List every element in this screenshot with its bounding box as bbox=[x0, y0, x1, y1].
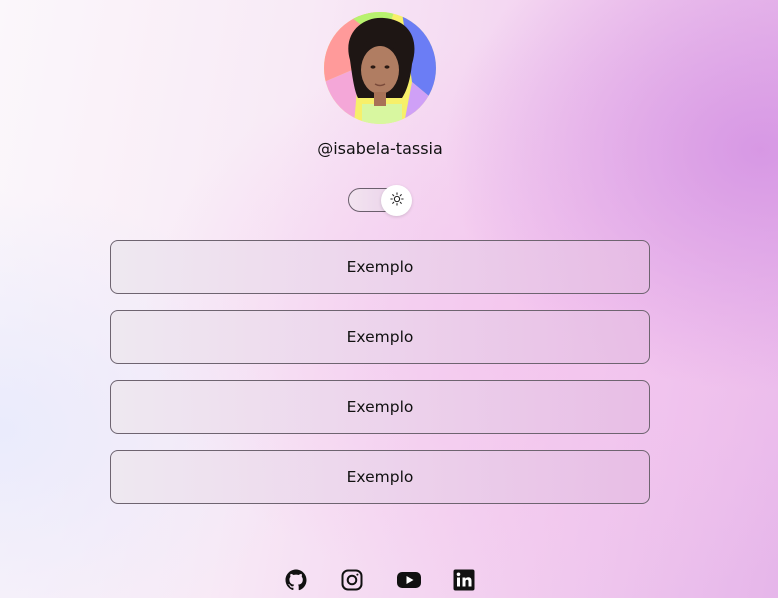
sun-icon bbox=[389, 191, 404, 210]
avatar bbox=[324, 12, 436, 124]
instagram-icon[interactable] bbox=[340, 568, 364, 592]
link-button[interactable]: Exemplo bbox=[110, 380, 650, 434]
profile-handle: @isabela-tassia bbox=[317, 139, 443, 158]
linkedin-icon[interactable] bbox=[452, 568, 476, 592]
theme-toggle-knob[interactable] bbox=[381, 185, 412, 216]
link-button[interactable]: Exemplo bbox=[110, 310, 650, 364]
link-button[interactable]: Exemplo bbox=[110, 240, 650, 294]
link-list: Exemplo Exemplo Exemplo Exemplo bbox=[110, 240, 650, 520]
social-links bbox=[284, 568, 484, 592]
github-icon[interactable] bbox=[284, 568, 308, 592]
youtube-icon[interactable] bbox=[396, 568, 421, 592]
link-button[interactable]: Exemplo bbox=[110, 450, 650, 504]
